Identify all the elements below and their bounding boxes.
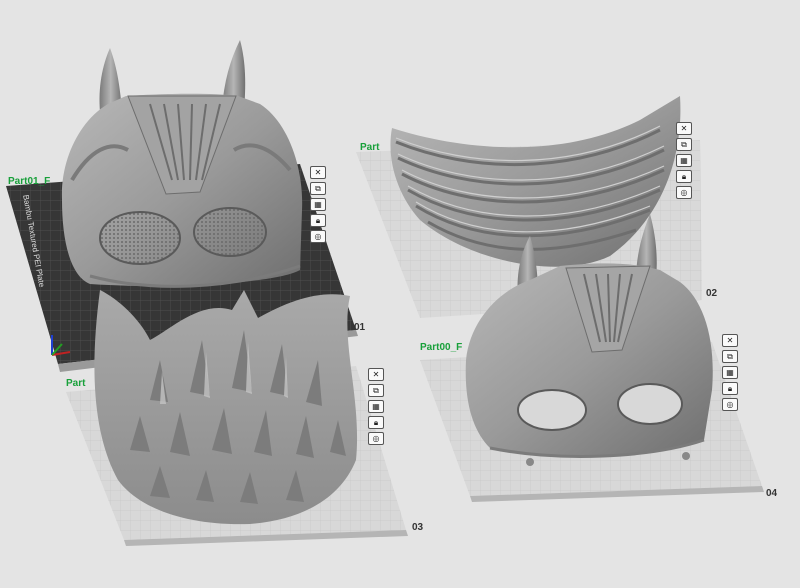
lock-icon[interactable]: 🔒︎: [676, 170, 692, 183]
close-icon[interactable]: ✕: [722, 334, 738, 347]
model-mask-top-left[interactable]: [61, 40, 303, 288]
plate-4-controls: ✕ ⧉ ▦ 🔒︎ ◎: [722, 334, 738, 411]
plate-1-number: 01: [354, 322, 366, 333]
plate-2-controls: ✕ ⧉ ▦ 🔒︎ ◎: [676, 122, 692, 199]
settings-icon[interactable]: ◎: [722, 398, 738, 411]
arrange-icon[interactable]: ⧉: [676, 138, 692, 151]
plate-1-label[interactable]: Part01_F: [8, 176, 50, 187]
plate-4-label[interactable]: Part00_F: [420, 342, 462, 353]
grid-icon[interactable]: ▦: [368, 400, 384, 413]
arrange-icon[interactable]: ⧉: [310, 182, 326, 195]
plate-4-number: 04: [766, 488, 778, 499]
lock-icon[interactable]: 🔒︎: [368, 416, 384, 429]
grid-icon[interactable]: ▦: [310, 198, 326, 211]
lock-icon[interactable]: 🔒︎: [722, 382, 738, 395]
close-icon[interactable]: ✕: [310, 166, 326, 179]
3d-viewport[interactable]: Part01_F 01 Bambu Textured PEI Plate ✕ ⧉…: [0, 0, 800, 588]
settings-icon[interactable]: ◎: [368, 432, 384, 445]
settings-icon[interactable]: ◎: [310, 230, 326, 243]
settings-icon[interactable]: ◎: [676, 186, 692, 199]
plate-2-number: 02: [706, 288, 718, 299]
scene-canvas: [6, 40, 764, 546]
arrange-icon[interactable]: ⧉: [722, 350, 738, 363]
arrange-icon[interactable]: ⧉: [368, 384, 384, 397]
model-spiked-shroud[interactable]: [94, 290, 358, 525]
lock-icon[interactable]: 🔒︎: [310, 214, 326, 227]
grid-icon[interactable]: ▦: [722, 366, 738, 379]
plate-3-number: 03: [412, 522, 424, 533]
grid-icon[interactable]: ▦: [676, 154, 692, 167]
plate-3-label[interactable]: Part: [66, 378, 85, 389]
close-icon[interactable]: ✕: [676, 122, 692, 135]
plate-2-label[interactable]: Part: [360, 142, 379, 153]
close-icon[interactable]: ✕: [368, 368, 384, 381]
plate-3-controls: ✕ ⧉ ▦ 🔒︎ ◎: [368, 368, 384, 445]
plate-1-controls: ✕ ⧉ ▦ 🔒︎ ◎: [310, 166, 326, 243]
